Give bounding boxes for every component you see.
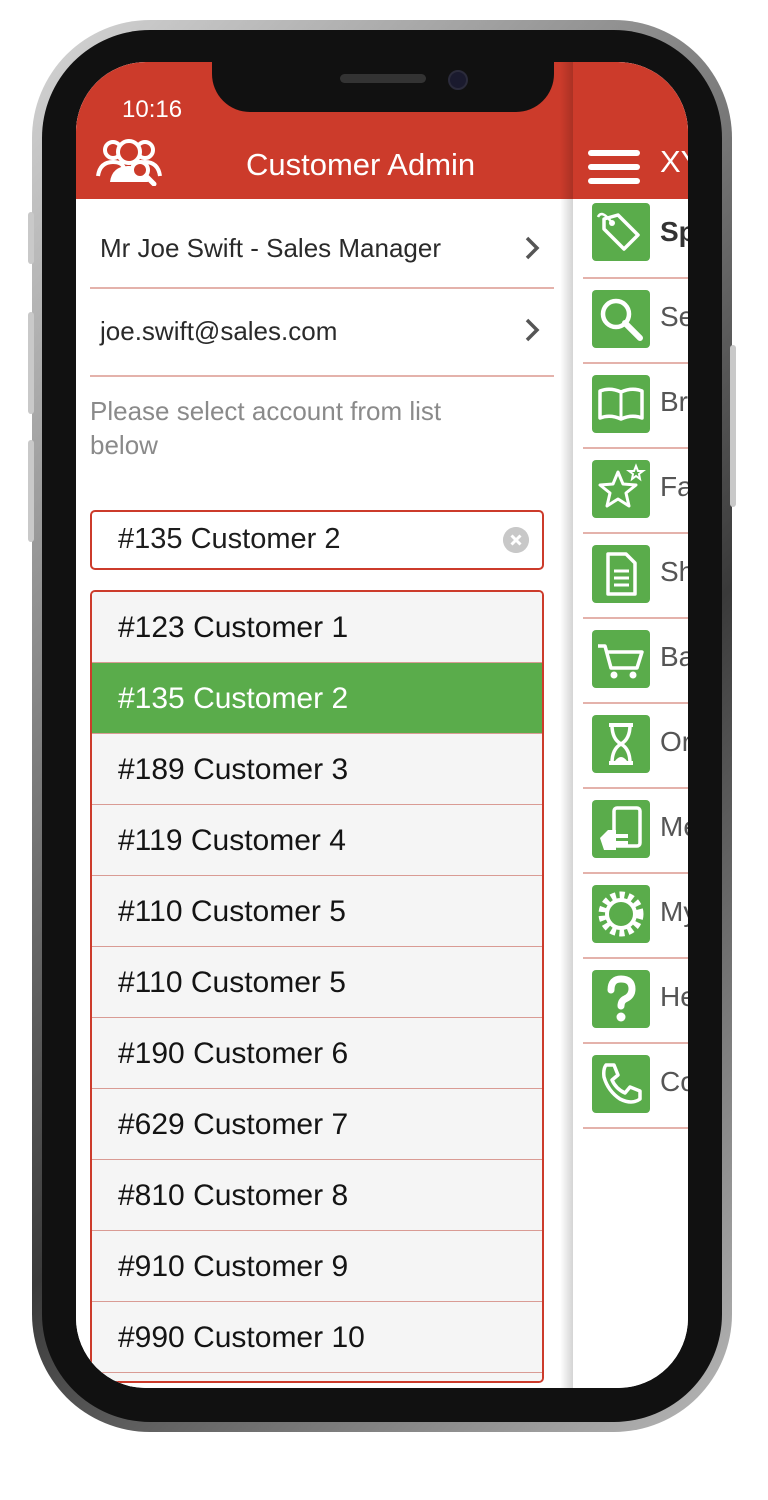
menu-item-label: Br (660, 386, 688, 417)
menu-item-label: He (660, 981, 688, 1012)
menu-item-label: Se (660, 301, 688, 332)
menu-item-sh[interactable]: Sh (583, 532, 688, 619)
user-profile-row[interactable]: Mr Joe Swift - Sales Manager (90, 199, 554, 289)
menu-item-label: Fa (660, 471, 688, 502)
clear-icon[interactable] (503, 527, 529, 553)
account-option[interactable]: #190 Customer 6 (92, 1018, 542, 1089)
customer-admin-panel: 10:16 Customer Admin Mr Joe Swift - Sale… (76, 62, 573, 1388)
side-button-volume-up (28, 312, 34, 414)
favourite-star-icon (592, 460, 650, 518)
menu-item-co[interactable]: Co (583, 1042, 688, 1129)
instruction-text: Please select account from list below (90, 396, 442, 460)
phone-screen: 10:16 Customer Admin Mr Joe Swift - Sale… (76, 62, 688, 1388)
phone-icon (592, 1055, 650, 1113)
search-icon (592, 290, 650, 348)
account-option[interactable]: #910 Customer 9 (92, 1231, 542, 1302)
speaker (340, 74, 426, 83)
menu-item-br[interactable]: Br (583, 362, 688, 449)
menu-item-label: Co (660, 1066, 688, 1097)
book-icon (592, 375, 650, 433)
menu-item-label: Ba (660, 641, 688, 672)
account-option[interactable]: #110 Customer 5 (92, 876, 542, 947)
account-search-input[interactable]: #135 Customer 2 (90, 510, 544, 570)
side-button-volume-down (28, 440, 34, 542)
menu-shadow (560, 62, 574, 1388)
hourglass-icon (592, 715, 650, 773)
account-option-selected[interactable]: #135 Customer 2 (92, 663, 542, 734)
side-button-mute (28, 212, 34, 264)
account-option[interactable]: #119 Customer 4 (92, 805, 542, 876)
menu-item-fa[interactable]: Fa (583, 447, 688, 534)
menu-item-label: My (660, 896, 688, 927)
account-option[interactable]: #110 Customer 5 (92, 947, 542, 1018)
front-camera (448, 70, 468, 90)
chevron-right-icon (525, 318, 540, 342)
settings-gear-icon (592, 885, 650, 943)
menu-item-label: Or (660, 726, 688, 757)
account-dropdown-list: #123 Customer 1 #135 Customer 2 #189 Cus… (90, 590, 544, 1383)
menu-item-or[interactable]: Or (583, 702, 688, 789)
account-option[interactable]: #810 Customer 8 (92, 1160, 542, 1231)
user-admin-icon[interactable] (96, 136, 162, 186)
message-hand-icon (592, 800, 650, 858)
side-menu-header: XY (573, 62, 688, 199)
document-icon (592, 545, 650, 603)
menu-item-label: Sp (660, 216, 688, 247)
menu-item-me[interactable]: Me (583, 787, 688, 874)
page-title: Customer Admin (246, 147, 476, 182)
tag-icon (592, 203, 650, 261)
menu-item-label: Sh (660, 556, 688, 587)
menu-item-my[interactable]: My (583, 872, 688, 959)
account-option[interactable]: #189 Customer 3 (92, 734, 542, 805)
search-value: #135 Customer 2 (118, 523, 341, 555)
hamburger-menu-icon[interactable] (588, 150, 640, 184)
basket-icon (592, 630, 650, 688)
menu-item-se[interactable]: Se (583, 277, 688, 364)
menu-item-he[interactable]: He (583, 957, 688, 1044)
side-menu: XY Sp Se Br Fa (573, 62, 688, 1388)
chevron-right-icon (525, 236, 540, 260)
status-time: 10:16 (122, 96, 183, 123)
user-name-role: Mr Joe Swift - Sales Manager (100, 233, 442, 263)
menu-item-sp[interactable]: Sp (583, 192, 688, 279)
side-button-power (730, 345, 736, 507)
account-option[interactable]: #990 Customer 10 (92, 1302, 542, 1373)
help-icon (592, 970, 650, 1028)
user-email-row[interactable]: joe.swift@sales.com (90, 289, 554, 377)
account-option[interactable] (92, 1373, 542, 1381)
account-option[interactable]: #123 Customer 1 (92, 592, 542, 663)
menu-item-label: Me (660, 811, 688, 842)
account-option[interactable]: #629 Customer 7 (92, 1089, 542, 1160)
notch (212, 62, 554, 112)
side-menu-title: XY (660, 144, 688, 179)
user-email: joe.swift@sales.com (100, 316, 338, 346)
menu-item-ba[interactable]: Ba (583, 617, 688, 704)
